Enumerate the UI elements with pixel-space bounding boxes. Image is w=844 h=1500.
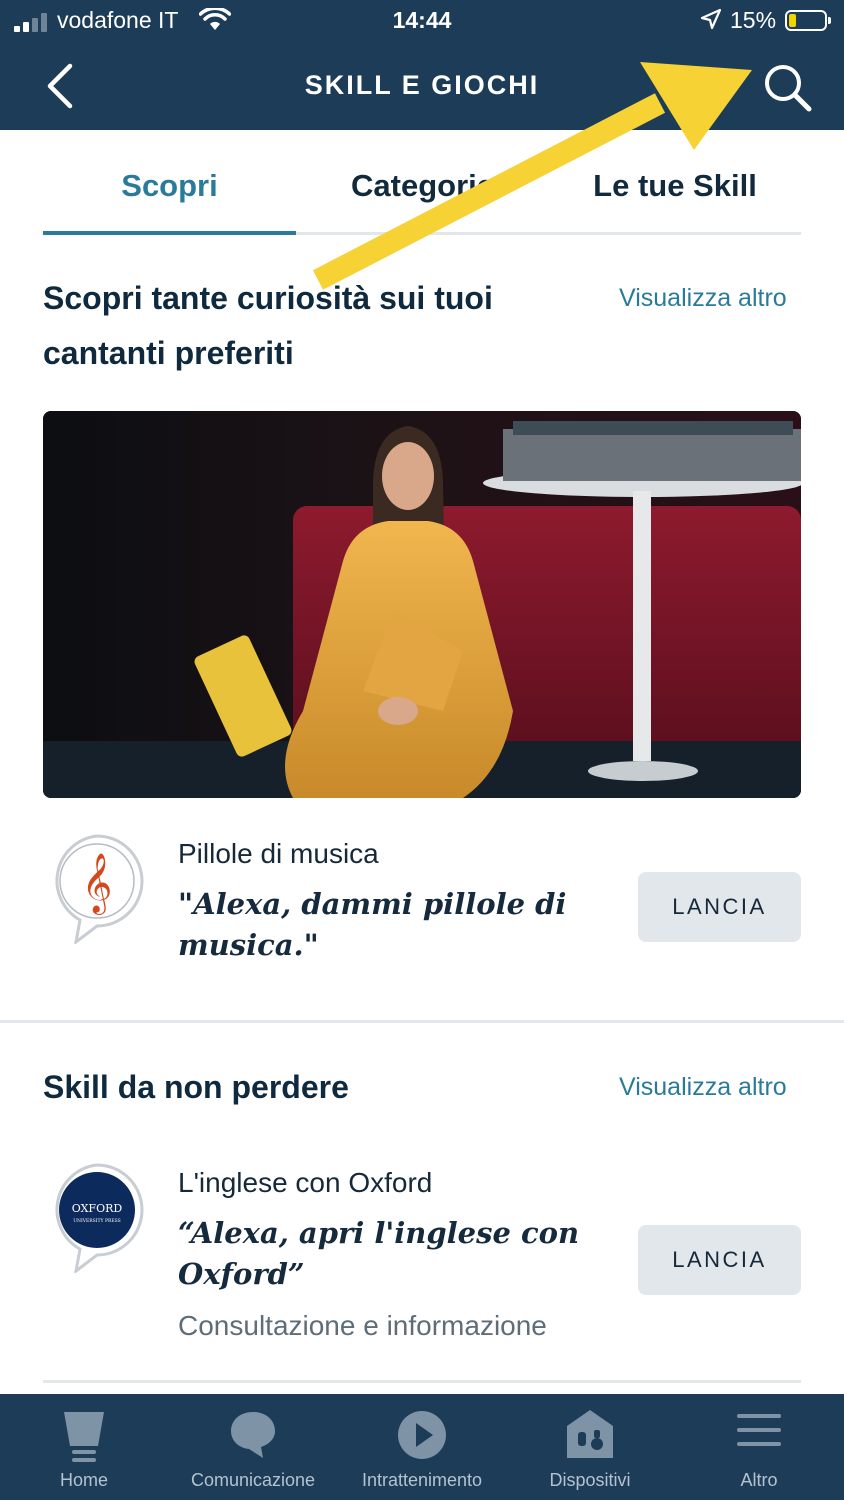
nav-home[interactable]: Home: [0, 1394, 168, 1500]
hero-image: [43, 411, 801, 798]
section-divider: [43, 1380, 801, 1383]
battery-percent: 15%: [730, 7, 777, 33]
nav-label: Altro: [740, 1470, 778, 1490]
tab-le-tue-skill[interactable]: Le tue Skill: [549, 168, 801, 204]
see-more-link[interactable]: Visualizza altro: [619, 284, 787, 313]
chat-bubble-icon: [231, 1412, 275, 1458]
tab-scopri[interactable]: Scopri: [43, 168, 296, 204]
skill-invocation-line: Oxford”: [178, 1257, 305, 1291]
home-icon: [64, 1412, 104, 1462]
section-title-line: cantanti preferiti: [43, 335, 294, 371]
page-title: SKILL E GIOCHI: [304, 70, 540, 100]
treble-clef-icon[interactable]: 𝄞: [50, 834, 144, 944]
app-header: vodafone IT 14:44 15% SKILL E GIOCHI: [0, 0, 844, 130]
hero-banner[interactable]: [43, 411, 801, 798]
nav-label: Dispositivi: [549, 1470, 631, 1490]
skill-invocation-line: musica.": [178, 928, 319, 962]
oxford-logo-text: OXFORD: [72, 1202, 123, 1215]
section-title-line: Scopri tante curiosità sui tuoi: [43, 280, 493, 316]
section-title: Skill da non perdere: [43, 1069, 349, 1105]
see-more-link[interactable]: Visualizza altro: [619, 1073, 787, 1102]
skill-invocation-line: "Alexa, dammi pillole di: [178, 887, 567, 921]
skill-name[interactable]: Pillole di musica: [178, 838, 379, 870]
location-arrow-icon: [700, 8, 722, 30]
nav-more[interactable]: Altro: [674, 1394, 844, 1500]
nav-devices[interactable]: Dispositivi: [506, 1394, 674, 1500]
skill-name[interactable]: L'inglese con Oxford: [178, 1167, 432, 1199]
launch-button[interactable]: LANCIA: [638, 872, 801, 942]
oxford-logo-subtext: UNIVERSITY PRESS: [73, 1218, 120, 1224]
active-tab-indicator: [43, 231, 296, 235]
nav-label: Comunicazione: [190, 1470, 316, 1490]
tab-bar: Scopri Categorie Le tue Skill: [43, 150, 801, 235]
skill-invocation: “Alexa, apri l'inglese con Oxford”: [178, 1213, 579, 1295]
battery-icon: [785, 10, 831, 31]
skill-category: Consultazione e informazione: [178, 1310, 547, 1341]
nav-label: Home: [59, 1470, 108, 1490]
search-icon[interactable]: [760, 60, 814, 114]
nav-entertainment[interactable]: Intrattenimento: [338, 1394, 506, 1500]
play-icon: [398, 1411, 446, 1459]
svg-text:𝄞: 𝄞: [82, 853, 113, 915]
oxford-logo-icon[interactable]: OXFORD UNIVERSITY PRESS: [50, 1163, 144, 1273]
skill-invocation: "Alexa, dammi pillole di musica.": [178, 884, 566, 966]
menu-icon: [737, 1414, 781, 1446]
bottom-navigation: Home Comunicazione Intrattenimento Dispo…: [0, 1394, 844, 1500]
section-title: Scopri tante curiosità sui tuoi cantanti…: [43, 271, 493, 381]
section-divider: [0, 1020, 844, 1023]
nav-communication[interactable]: Comunicazione: [168, 1394, 338, 1500]
status-bar: vodafone IT 14:44 15%: [0, 0, 844, 44]
skill-invocation-line: “Alexa, apri l'inglese con: [178, 1216, 580, 1250]
launch-button[interactable]: LANCIA: [638, 1225, 801, 1295]
tab-categorie[interactable]: Categorie: [296, 168, 549, 204]
devices-house-icon: [567, 1410, 613, 1458]
nav-label: Intrattenimento: [361, 1470, 483, 1490]
